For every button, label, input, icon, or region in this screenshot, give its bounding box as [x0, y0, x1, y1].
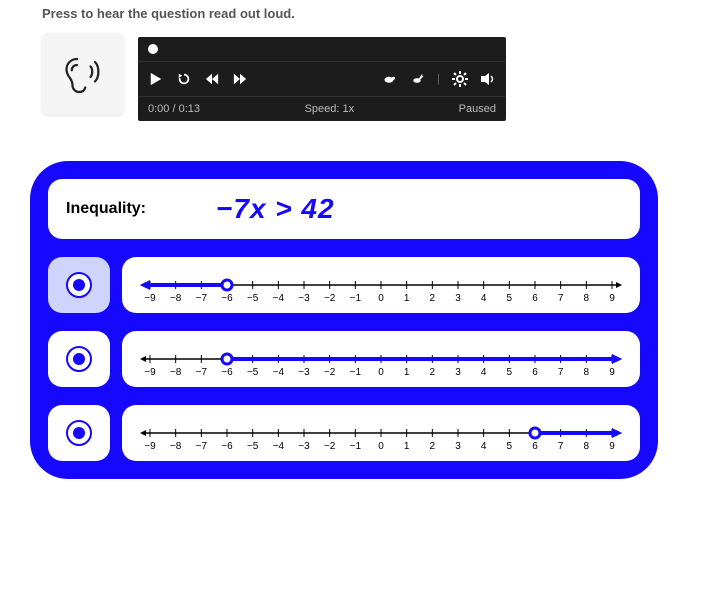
- svg-text:−1: −1: [350, 441, 362, 452]
- svg-text:−9: −9: [144, 441, 156, 452]
- svg-text:−7: −7: [196, 367, 208, 378]
- status-display: Paused: [459, 103, 496, 115]
- option-radio[interactable]: [48, 405, 110, 461]
- svg-text:3: 3: [455, 441, 461, 452]
- play-button[interactable]: [148, 71, 164, 87]
- svg-text:4: 4: [481, 293, 487, 304]
- svg-text:−9: −9: [144, 367, 156, 378]
- svg-text:−7: −7: [196, 293, 208, 304]
- number-line: −9 −8 −7 −6 −5 −4 −3 −2 −1 0 1 2 3 4 5 6 7 8 9: [122, 257, 640, 313]
- svg-text:−8: −8: [170, 293, 182, 304]
- svg-text:−5: −5: [247, 367, 259, 378]
- question-card: Inequality: −7x > 42 −9 −8 −7 −6 −5 −4 −3 −2 −1 0…: [30, 161, 658, 479]
- svg-text:−8: −8: [170, 367, 182, 378]
- svg-text:−4: −4: [273, 293, 285, 304]
- inequality-label: Inequality:: [66, 200, 146, 218]
- svg-text:2: 2: [430, 293, 436, 304]
- svg-text:−2: −2: [324, 441, 336, 452]
- replay-button[interactable]: [176, 71, 192, 87]
- option-radio[interactable]: [48, 331, 110, 387]
- svg-text:−3: −3: [298, 441, 310, 452]
- svg-text:−7: −7: [196, 441, 208, 452]
- svg-text:3: 3: [455, 293, 461, 304]
- separator: |: [437, 73, 440, 85]
- rewind-button[interactable]: [204, 71, 220, 87]
- svg-text:2: 2: [430, 367, 436, 378]
- svg-text:9: 9: [609, 441, 615, 452]
- instruction-text: Press to hear the question read out loud…: [42, 6, 712, 21]
- svg-text:0: 0: [378, 293, 384, 304]
- time-display: 0:00 / 0:13: [148, 103, 200, 115]
- svg-text:−3: −3: [298, 293, 310, 304]
- svg-text:2: 2: [430, 441, 436, 452]
- svg-text:1: 1: [404, 367, 410, 378]
- svg-text:5: 5: [507, 367, 513, 378]
- svg-text:8: 8: [584, 367, 590, 378]
- settings-button[interactable]: [452, 71, 468, 87]
- turtle-icon[interactable]: [381, 71, 397, 87]
- svg-text:0: 0: [378, 367, 384, 378]
- seek-thumb[interactable]: [148, 44, 158, 54]
- option-row: −9 −8 −7 −6 −5 −4 −3 −2 −1 0 1 2 3 4 5 6 7 8 9: [48, 405, 640, 461]
- seek-bar[interactable]: [138, 37, 506, 62]
- audio-player: | 0:00 / 0:13 Speed: 1x Paused: [138, 37, 506, 121]
- number-line: −9 −8 −7 −6 −5 −4 −3 −2 −1 0 1 2 3 4 5 6 7 8 9: [122, 405, 640, 461]
- svg-text:4: 4: [481, 441, 487, 452]
- rabbit-icon[interactable]: [409, 71, 425, 87]
- svg-text:6: 6: [532, 293, 538, 304]
- svg-text:3: 3: [455, 367, 461, 378]
- svg-text:−4: −4: [273, 367, 285, 378]
- svg-text:8: 8: [584, 293, 590, 304]
- inequality-expression: −7x > 42: [216, 193, 335, 225]
- svg-text:1: 1: [404, 441, 410, 452]
- option-radio[interactable]: [48, 257, 110, 313]
- volume-button[interactable]: [480, 71, 496, 87]
- svg-text:6: 6: [532, 367, 538, 378]
- svg-text:−9: −9: [144, 293, 156, 304]
- svg-text:−4: −4: [273, 441, 285, 452]
- svg-text:−3: −3: [298, 367, 310, 378]
- svg-text:9: 9: [609, 367, 615, 378]
- inequality-row: Inequality: −7x > 42: [48, 179, 640, 239]
- option-row: −9 −8 −7 −6 −5 −4 −3 −2 −1 0 1 2 3 4 5 6 7 8 9: [48, 331, 640, 387]
- forward-button[interactable]: [232, 71, 248, 87]
- svg-text:9: 9: [609, 293, 615, 304]
- svg-text:7: 7: [558, 293, 564, 304]
- svg-text:7: 7: [558, 441, 564, 452]
- svg-text:−2: −2: [324, 293, 336, 304]
- svg-text:4: 4: [481, 367, 487, 378]
- svg-text:6: 6: [532, 441, 538, 452]
- number-line: −9 −8 −7 −6 −5 −4 −3 −2 −1 0 1 2 3 4 5 6 7 8 9: [122, 331, 640, 387]
- option-row: −9 −8 −7 −6 −5 −4 −3 −2 −1 0 1 2 3 4 5 6 7 8 9: [48, 257, 640, 313]
- svg-text:5: 5: [507, 293, 513, 304]
- svg-text:−6: −6: [221, 293, 233, 304]
- svg-text:−2: −2: [324, 367, 336, 378]
- svg-text:−6: −6: [221, 441, 233, 452]
- svg-text:−1: −1: [350, 293, 362, 304]
- svg-text:8: 8: [584, 441, 590, 452]
- svg-text:−8: −8: [170, 441, 182, 452]
- listen-button[interactable]: [42, 33, 124, 115]
- speed-display: Speed: 1x: [305, 103, 355, 115]
- svg-text:−5: −5: [247, 293, 259, 304]
- svg-text:−5: −5: [247, 441, 259, 452]
- svg-text:−6: −6: [221, 367, 233, 378]
- svg-text:−1: −1: [350, 367, 362, 378]
- ear-icon: [59, 50, 107, 98]
- svg-text:5: 5: [507, 441, 513, 452]
- svg-text:7: 7: [558, 367, 564, 378]
- svg-text:1: 1: [404, 293, 410, 304]
- svg-text:0: 0: [378, 441, 384, 452]
